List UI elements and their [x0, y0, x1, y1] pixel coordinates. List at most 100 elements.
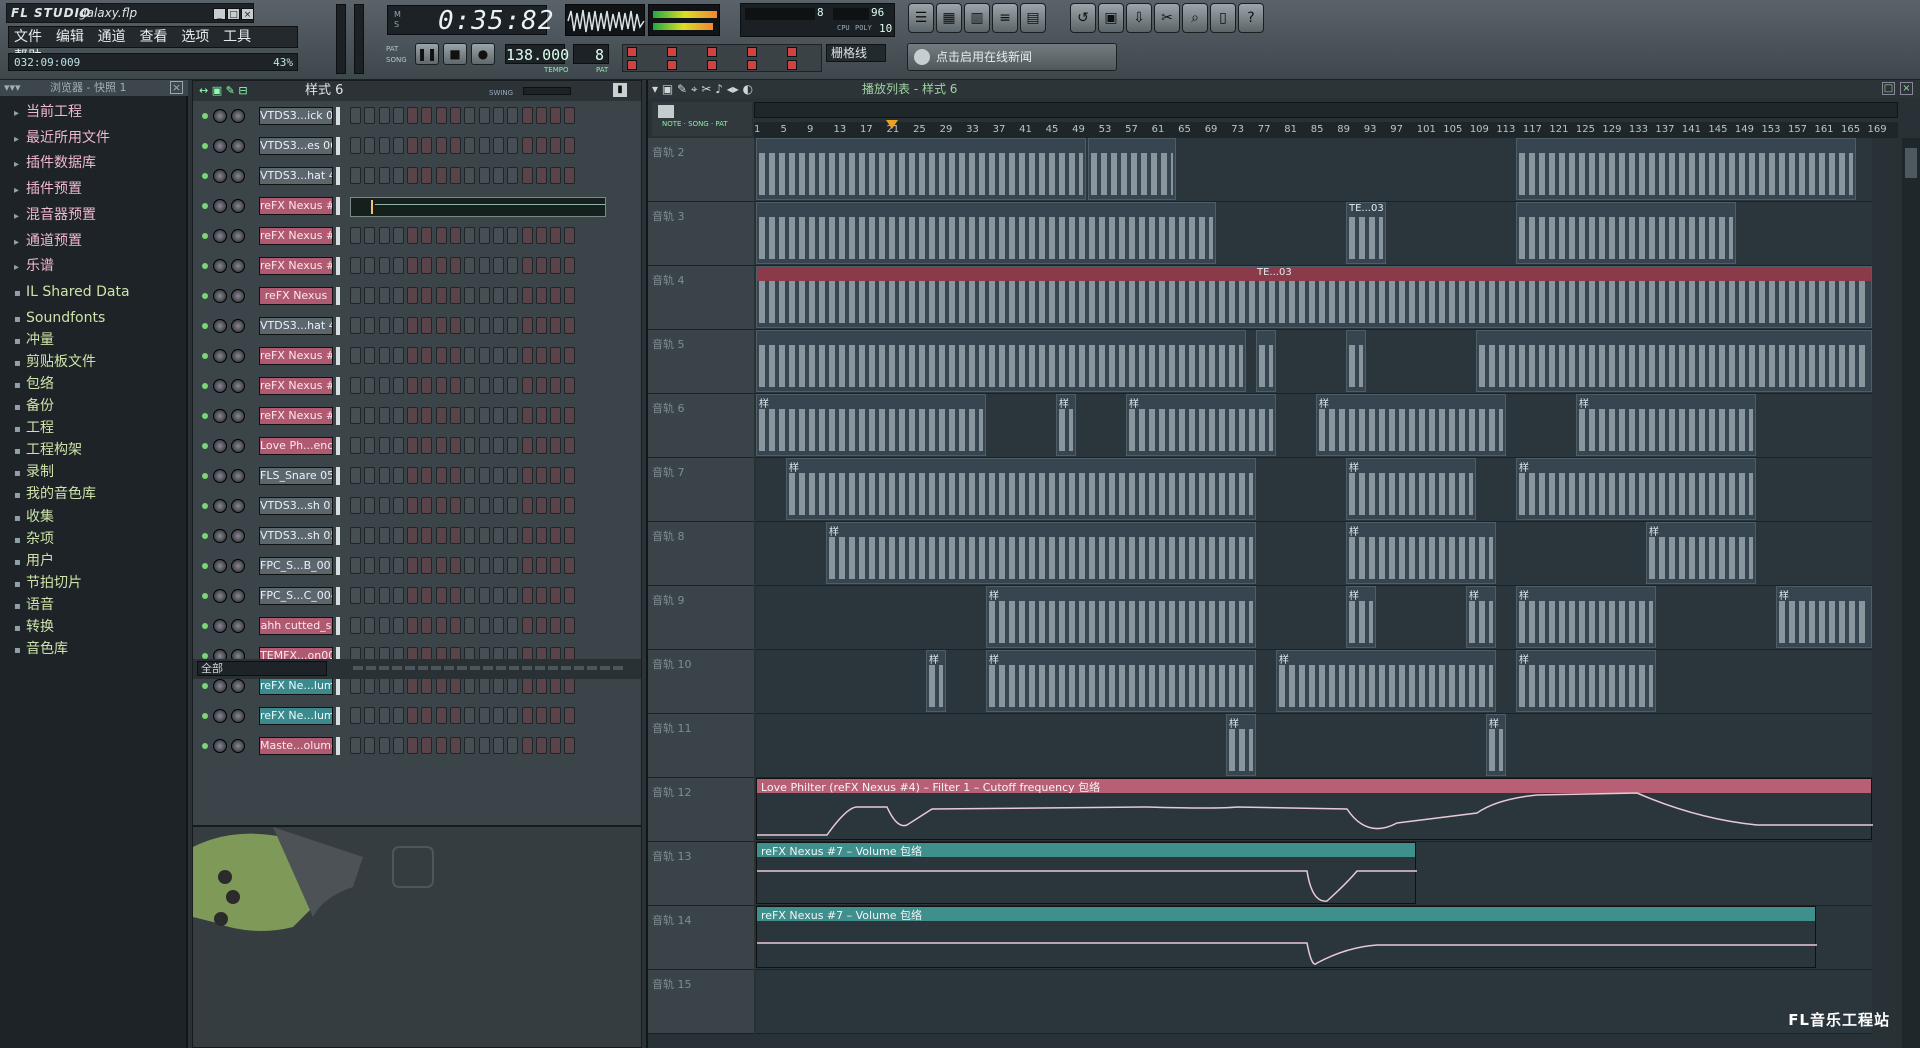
step-button[interactable] — [378, 587, 390, 604]
channel-select-indicator[interactable] — [336, 377, 340, 395]
pan-knob[interactable] — [213, 109, 227, 123]
step-button[interactable] — [535, 527, 547, 544]
step-button[interactable] — [392, 467, 404, 484]
step-button[interactable] — [364, 467, 376, 484]
pattern-clip[interactable]: 样 — [1346, 522, 1496, 584]
step-button[interactable] — [464, 707, 476, 724]
step-button[interactable] — [350, 107, 361, 124]
step-button[interactable] — [407, 407, 419, 424]
pattern-clip[interactable]: TE...03 — [756, 266, 1872, 328]
step-button[interactable] — [407, 587, 419, 604]
step-button[interactable] — [364, 257, 376, 274]
step-button[interactable] — [378, 467, 390, 484]
loop-record-toggle[interactable] — [787, 60, 797, 70]
step-button[interactable] — [350, 497, 361, 514]
step-button[interactable] — [507, 467, 519, 484]
channel-name-button[interactable]: reFX Nexus #7 — [259, 407, 333, 425]
step-button[interactable] — [464, 407, 476, 424]
zoom-button[interactable]: ⌕ — [1182, 3, 1208, 33]
step-button[interactable] — [378, 407, 390, 424]
step-button[interactable] — [378, 437, 390, 454]
channel-name-button[interactable]: reFX Nexus — [259, 287, 333, 305]
overdub-toggle[interactable] — [747, 60, 757, 70]
playlist-horizontal-scrollbar[interactable] — [754, 102, 1898, 118]
step-button[interactable] — [364, 287, 376, 304]
maximize-button[interactable]: □ — [227, 8, 240, 20]
browser-item[interactable]: 杂项 — [26, 529, 54, 550]
step-button[interactable] — [535, 287, 547, 304]
channel-select-indicator[interactable] — [336, 107, 340, 125]
step-button[interactable] — [364, 317, 376, 334]
channel-mute-led[interactable] — [202, 263, 208, 269]
step-button[interactable] — [521, 317, 533, 334]
step-button[interactable] — [535, 167, 547, 184]
channel-name-button[interactable]: VTDS3...ick 08 — [259, 107, 333, 125]
step-button[interactable] — [435, 377, 447, 394]
channel-name-button[interactable]: Maste...olume — [259, 737, 333, 755]
step-button[interactable] — [450, 287, 462, 304]
step-button[interactable] — [421, 737, 433, 754]
step-button[interactable] — [550, 227, 562, 244]
step-button[interactable] — [421, 587, 433, 604]
step-button[interactable] — [564, 707, 576, 724]
playlist-title[interactable]: 播放列表 - 样式 6 — [862, 80, 957, 98]
step-button[interactable] — [478, 347, 490, 364]
step-button[interactable] — [407, 527, 419, 544]
pattern-clip[interactable] — [1346, 330, 1366, 392]
channel-select-indicator[interactable] — [336, 497, 340, 515]
step-button[interactable] — [392, 347, 404, 364]
step-button[interactable] — [464, 377, 476, 394]
step-button[interactable] — [421, 437, 433, 454]
browser-item[interactable]: Soundfonts — [26, 308, 105, 329]
step-button[interactable] — [392, 107, 404, 124]
step-button[interactable] — [535, 677, 547, 694]
undo-button[interactable]: ↺ — [1070, 3, 1096, 33]
project-info-button[interactable]: ▯ — [1210, 3, 1236, 33]
step-button[interactable] — [350, 407, 361, 424]
step-button[interactable] — [350, 317, 361, 334]
track-label[interactable]: 音轨 3 — [648, 202, 754, 266]
channel-name-button[interactable]: VTDS3...sh 05 — [259, 527, 333, 545]
track-lane[interactable]: 样样样样样 — [756, 394, 1872, 458]
track-lane[interactable]: 样样 — [756, 714, 1872, 778]
step-button[interactable] — [564, 437, 576, 454]
step-button[interactable] — [407, 287, 419, 304]
step-button[interactable] — [378, 707, 390, 724]
step-button[interactable] — [407, 317, 419, 334]
browser-item[interactable]: 录制 — [26, 462, 54, 483]
track-label[interactable]: 音轨 7 — [648, 458, 754, 522]
pattern-clip[interactable] — [1516, 202, 1736, 264]
step-button[interactable] — [507, 737, 519, 754]
channel-filter-select[interactable]: 全部 — [197, 661, 327, 676]
step-button[interactable] — [464, 677, 476, 694]
step-button[interactable] — [378, 257, 390, 274]
menu-file[interactable]: 文件 — [9, 27, 47, 47]
channel-mute-led[interactable] — [202, 533, 208, 539]
step-button[interactable] — [535, 137, 547, 154]
channel-name-button[interactable]: VTDS3...hat 41 — [259, 167, 333, 185]
pattern-clip[interactable]: 样 — [1516, 458, 1756, 520]
channel-name-button[interactable]: ahh cutted_s — [259, 617, 333, 635]
track-label[interactable]: 音轨 8 — [648, 522, 754, 586]
step-button[interactable] — [407, 167, 419, 184]
step-button[interactable] — [550, 107, 562, 124]
pan-knob[interactable] — [213, 679, 227, 693]
step-button[interactable] — [464, 467, 476, 484]
automation-curve[interactable] — [757, 907, 1817, 969]
piano-roll-button[interactable]: ▦ — [936, 3, 962, 33]
step-button[interactable] — [464, 737, 476, 754]
step-button[interactable] — [392, 677, 404, 694]
step-button[interactable] — [564, 317, 576, 334]
step-button[interactable] — [507, 347, 519, 364]
step-button[interactable] — [478, 257, 490, 274]
step-button[interactable] — [478, 527, 490, 544]
track-lane[interactable]: Love Philter (reFX Nexus #4) – Filter 1 … — [756, 778, 1873, 842]
step-button[interactable] — [535, 467, 547, 484]
step-button[interactable] — [464, 287, 476, 304]
tempo-display[interactable]: 138.000 — [505, 44, 569, 64]
step-button[interactable] — [350, 377, 361, 394]
step-button[interactable] — [521, 587, 533, 604]
browser-item[interactable]: 当前工程 — [26, 102, 82, 123]
step-button[interactable] — [564, 467, 576, 484]
browser-item[interactable]: 插件预置 — [26, 179, 82, 200]
